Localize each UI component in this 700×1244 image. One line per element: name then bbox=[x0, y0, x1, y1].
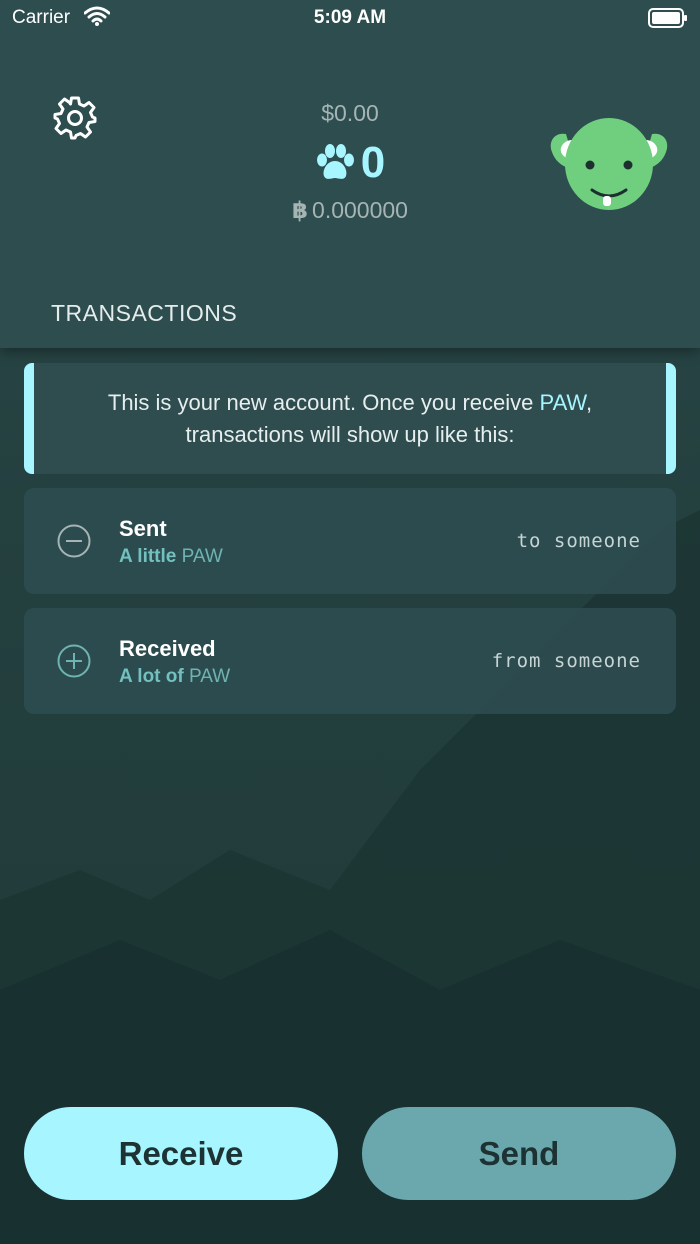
send-button[interactable]: Send bbox=[362, 1107, 676, 1200]
status-time: 5:09 AM bbox=[313, 7, 387, 28]
transaction-counterparty: to someone bbox=[516, 530, 641, 552]
plus-circle-icon bbox=[57, 644, 91, 678]
paw-balance-value: 0 bbox=[360, 138, 386, 187]
paw-highlight: PAW bbox=[539, 390, 586, 415]
status-bar: Carrier 5:09 AM bbox=[0, 0, 700, 36]
bitcoin-icon: ฿ bbox=[292, 197, 309, 223]
new-account-info-card: This is your new account. Once you recei… bbox=[24, 363, 676, 474]
minus-circle-icon bbox=[57, 524, 91, 558]
transaction-amount: A lot of PAW bbox=[119, 666, 231, 687]
elephant-avatar[interactable] bbox=[548, 112, 670, 220]
info-line-2: transactions will show up like this: bbox=[185, 422, 515, 447]
info-line-1: This is your new account. Once you recei… bbox=[107, 390, 593, 415]
transaction-amount: A little PAW bbox=[119, 546, 223, 567]
transactions-section-title: TRANSACTIONS bbox=[51, 300, 238, 326]
battery-icon bbox=[648, 8, 687, 28]
transaction-type: Sent bbox=[119, 516, 167, 541]
transaction-counterparty: from someone bbox=[491, 650, 641, 672]
paw-icon bbox=[316, 144, 354, 179]
btc-balance-value: 0.000000 bbox=[312, 197, 408, 223]
transaction-item-sent[interactable]: Sent A little PAW to someone bbox=[24, 488, 676, 594]
receive-button[interactable]: Receive bbox=[24, 1107, 338, 1200]
transaction-item-received[interactable]: Received A lot of PAW from someone bbox=[24, 608, 676, 714]
transaction-type: Received bbox=[119, 636, 216, 661]
balance-header: Carrier 5:09 AM $0.00 0 ฿ 0.000000 TRANS… bbox=[0, 0, 700, 348]
